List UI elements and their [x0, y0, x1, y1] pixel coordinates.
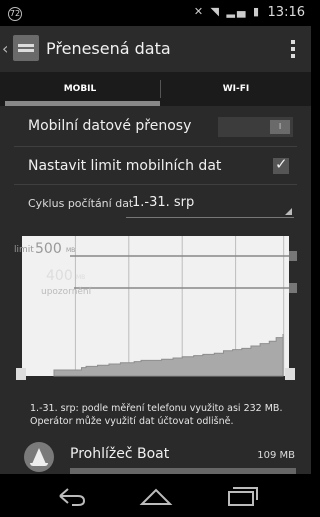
- divider: [14, 184, 297, 185]
- range-end-handle: [285, 368, 295, 380]
- notification-badge: 72: [8, 7, 22, 21]
- tab-wifi[interactable]: WI-FI: [161, 72, 311, 106]
- settings-app-icon[interactable]: [13, 35, 39, 61]
- cycle-label: Cyklus počítání dat: [28, 197, 134, 210]
- limit-handle: [289, 251, 297, 261]
- status-bar: 72 ✕ ◥ ▂▄ ▮ 13:16: [0, 0, 311, 26]
- app-size: 109 MB: [257, 450, 295, 461]
- back-icon[interactable]: [50, 484, 90, 508]
- signal-icon: ▂▄: [226, 5, 248, 18]
- cycle-dropdown[interactable]: 1.-31. srp: [126, 191, 294, 218]
- data-limit-label: Nastavit limit mobilních dat: [28, 158, 222, 174]
- battery-icon: ▮: [252, 5, 261, 18]
- tab-bar: MOBIL WI-FI: [0, 72, 311, 106]
- limit-unit: MB: [66, 247, 76, 254]
- navigation-bar: [0, 474, 311, 517]
- limit-label: limit: [14, 245, 34, 255]
- range-start-handle: [16, 368, 26, 380]
- dropdown-arrow-icon: [285, 208, 292, 215]
- usage-info-text: 1.-31. srp: podle měření telefonu využit…: [30, 403, 283, 427]
- cycle-value: 1.-31. srp: [132, 195, 195, 210]
- warning-unit: MB: [76, 274, 86, 281]
- boat-browser-icon: [24, 442, 54, 472]
- home-icon[interactable]: [136, 484, 176, 508]
- mobile-data-label: Mobilní datové přenosy: [28, 118, 192, 134]
- data-usage-content: Mobilní datové přenosy I Nastavit limit …: [0, 106, 311, 475]
- action-bar: ‹ Přenesená data: [0, 26, 311, 72]
- page-title: Přenesená data: [46, 39, 171, 58]
- limit-value: 500: [35, 241, 62, 257]
- warning-handle: [289, 283, 297, 293]
- status-icons: ✕ ◥ ▂▄ ▮: [194, 5, 261, 18]
- warning-label: upozornění: [41, 287, 92, 297]
- divider: [14, 146, 297, 147]
- data-usage-chart[interactable]: limit 500 MB 400 MB upozornění: [14, 228, 297, 388]
- wifi-icon: ◥: [210, 5, 222, 18]
- data-limit-checkbox[interactable]: [273, 155, 289, 174]
- overflow-menu-icon[interactable]: [291, 40, 295, 58]
- app-name: Prohlížeč Boat: [70, 446, 170, 462]
- toggle-thumb: I: [270, 120, 290, 134]
- mute-icon: ✕: [193, 5, 206, 18]
- back-chevron-icon[interactable]: ‹: [2, 39, 8, 58]
- status-time: 13:16: [267, 5, 305, 20]
- recent-apps-icon[interactable]: [222, 484, 262, 508]
- mobile-data-toggle[interactable]: I: [218, 117, 293, 137]
- warning-value: 400: [46, 268, 73, 284]
